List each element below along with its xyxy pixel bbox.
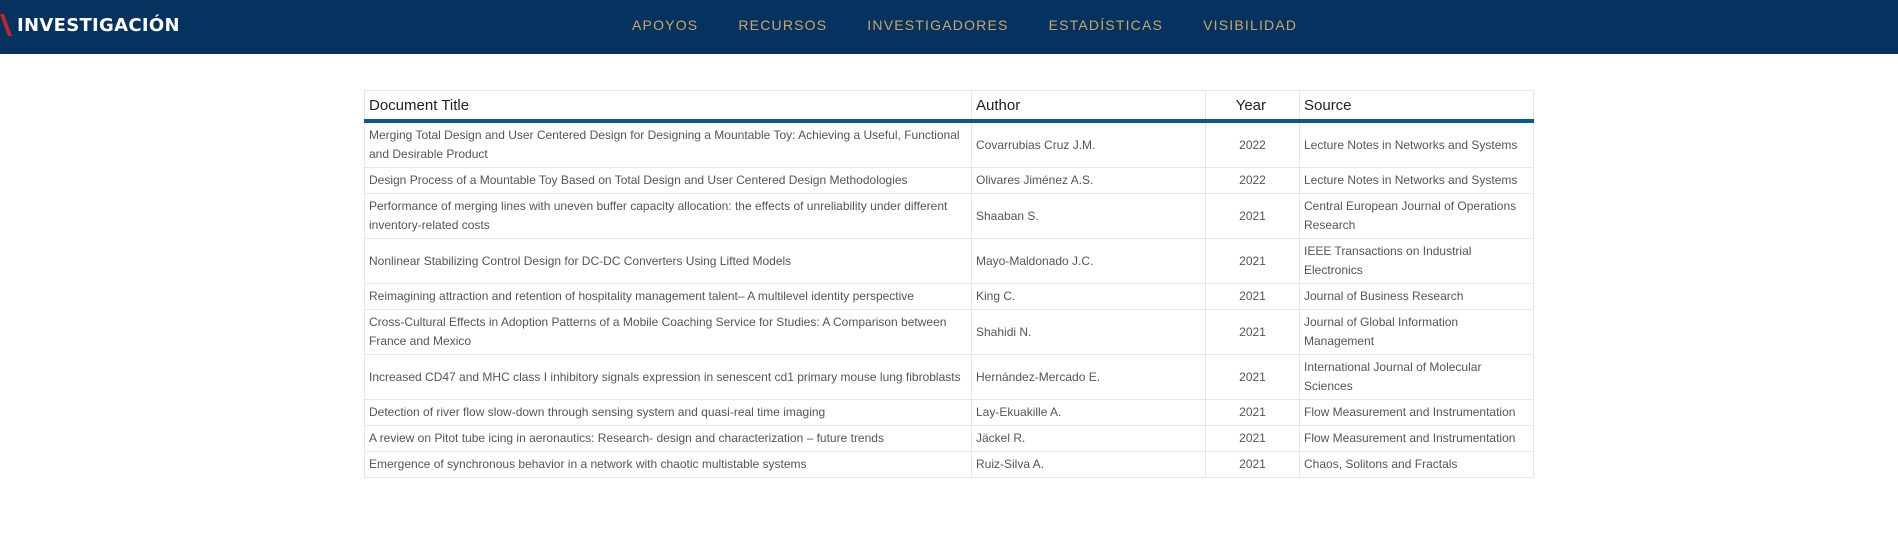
brand-logo-icon xyxy=(0,14,12,36)
table-body: Merging Total Design and User Centered D… xyxy=(364,120,1534,478)
table-row[interactable]: Nonlinear Stabilizing Control Design for… xyxy=(364,238,1534,284)
cell-year: 2021 xyxy=(1205,399,1300,426)
column-header-source[interactable]: Source xyxy=(1299,90,1534,123)
cell-author: Jäckel R. xyxy=(971,425,1206,452)
cell-source: International Journal of Molecular Scien… xyxy=(1299,354,1534,400)
cell-title: Emergence of synchronous behavior in a n… xyxy=(364,451,972,478)
table-row[interactable]: Emergence of synchronous behavior in a n… xyxy=(364,451,1534,478)
table-row[interactable]: Performance of merging lines with uneven… xyxy=(364,193,1534,239)
cell-title: Design Process of a Mountable Toy Based … xyxy=(364,167,972,194)
table-row[interactable]: Cross-Cultural Effects in Adoption Patte… xyxy=(364,309,1534,355)
nav-item-visibilidad[interactable]: VISIBILIDAD xyxy=(1203,16,1297,34)
cell-source: Flow Measurement and Instrumentation xyxy=(1299,399,1534,426)
cell-year: 2021 xyxy=(1205,283,1300,310)
brand[interactable]: INVESTIGACIÓN xyxy=(0,12,180,38)
nav-item-recursos[interactable]: RECURSOS xyxy=(738,16,827,34)
cell-year: 2022 xyxy=(1205,120,1300,168)
cell-source: Flow Measurement and Instrumentation xyxy=(1299,425,1534,452)
table-row[interactable]: Increased CD47 and MHC class I inhibitor… xyxy=(364,354,1534,400)
table-header-row: Document Title Author Year Source xyxy=(364,90,1534,123)
nav-item-investigadores[interactable]: INVESTIGADORES xyxy=(867,16,1008,34)
table-row[interactable]: A review on Pitot tube icing in aeronaut… xyxy=(364,425,1534,452)
table-row[interactable]: Reimagining attraction and retention of … xyxy=(364,283,1534,310)
nav-item-estadisticas[interactable]: ESTADÍSTICAS xyxy=(1049,16,1164,34)
cell-title: Increased CD47 and MHC class I inhibitor… xyxy=(364,354,972,400)
documents-table: Document Title Author Year Source Mergin… xyxy=(364,90,1534,478)
cell-title: Nonlinear Stabilizing Control Design for… xyxy=(364,238,972,284)
cell-title: Cross-Cultural Effects in Adoption Patte… xyxy=(364,309,972,355)
cell-year: 2021 xyxy=(1205,451,1300,478)
cell-source: Lecture Notes in Networks and Systems xyxy=(1299,167,1534,194)
cell-author: Shaaban S. xyxy=(971,193,1206,239)
cell-author: Olivares Jiménez A.S. xyxy=(971,167,1206,194)
cell-author: Covarrubias Cruz J.M. xyxy=(971,120,1206,168)
nav-item-apoyos[interactable]: APOYOS xyxy=(632,16,698,34)
cell-title: Detection of river flow slow-down throug… xyxy=(364,399,972,426)
cell-author: Ruiz-Silva A. xyxy=(971,451,1206,478)
cell-author: Shahidi N. xyxy=(971,309,1206,355)
cell-title: Merging Total Design and User Centered D… xyxy=(364,120,972,168)
cell-title: Performance of merging lines with uneven… xyxy=(364,193,972,239)
main-nav: APOYOS RECURSOS INVESTIGADORES ESTADÍSTI… xyxy=(632,16,1337,34)
documents-table-container: Document Title Author Year Source Mergin… xyxy=(364,90,1534,478)
table-row[interactable]: Detection of river flow slow-down throug… xyxy=(364,399,1534,426)
cell-source: Journal of Business Research xyxy=(1299,283,1534,310)
cell-source: Lecture Notes in Networks and Systems xyxy=(1299,120,1534,168)
table-row[interactable]: Design Process of a Mountable Toy Based … xyxy=(364,167,1534,194)
column-header-title[interactable]: Document Title xyxy=(364,90,972,123)
cell-year: 2021 xyxy=(1205,238,1300,284)
cell-source: Central European Journal of Operations R… xyxy=(1299,193,1534,239)
cell-year: 2022 xyxy=(1205,167,1300,194)
cell-title: A review on Pitot tube icing in aeronaut… xyxy=(364,425,972,452)
cell-author: King C. xyxy=(971,283,1206,310)
cell-source: Journal of Global Information Management xyxy=(1299,309,1534,355)
cell-year: 2021 xyxy=(1205,193,1300,239)
cell-source: IEEE Transactions on Industrial Electron… xyxy=(1299,238,1534,284)
cell-author: Hernández-Mercado E. xyxy=(971,354,1206,400)
cell-year: 2021 xyxy=(1205,354,1300,400)
cell-year: 2021 xyxy=(1205,309,1300,355)
brand-title: INVESTIGACIÓN xyxy=(17,14,180,36)
column-header-year[interactable]: Year xyxy=(1205,90,1300,123)
cell-author: Lay-Ekuakille A. xyxy=(971,399,1206,426)
cell-title: Reimagining attraction and retention of … xyxy=(364,283,972,310)
cell-year: 2021 xyxy=(1205,425,1300,452)
cell-author: Mayo-Maldonado J.C. xyxy=(971,238,1206,284)
column-header-author[interactable]: Author xyxy=(971,90,1206,123)
table-row[interactable]: Merging Total Design and User Centered D… xyxy=(364,120,1534,168)
cell-source: Chaos, Solitons and Fractals xyxy=(1299,451,1534,478)
top-navigation-bar: INVESTIGACIÓN APOYOS RECURSOS INVESTIGAD… xyxy=(0,0,1898,54)
